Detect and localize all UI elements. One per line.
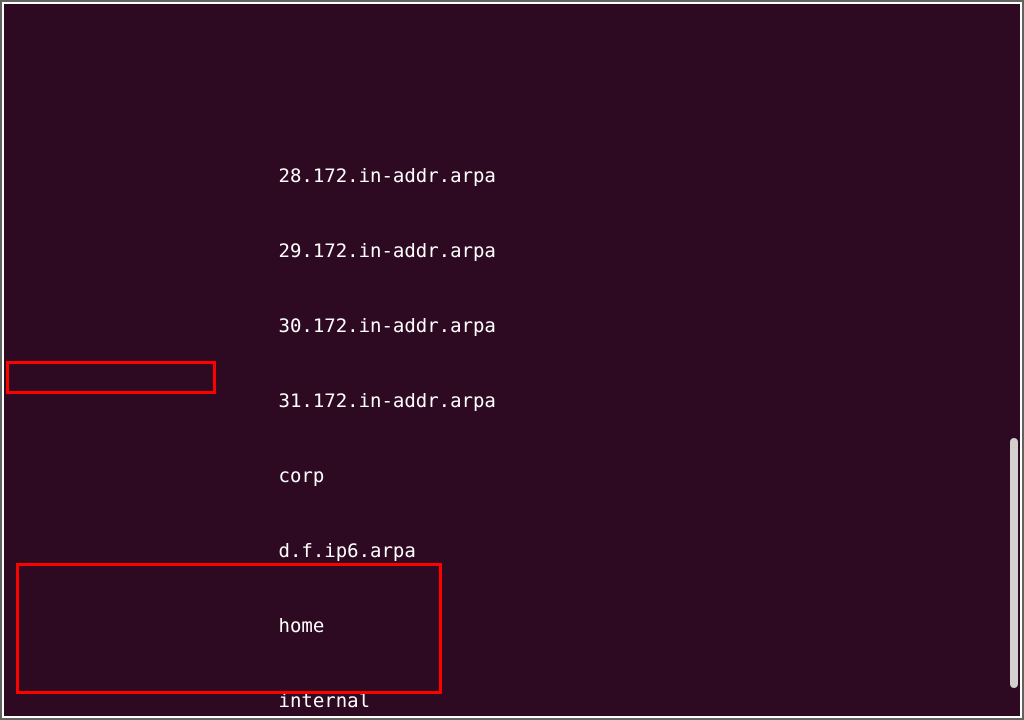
- scrollbar-track[interactable]: [1010, 8, 1018, 712]
- domain-entry: d.f.ip6.arpa: [4, 540, 416, 562]
- domain-entry: 31.172.in-addr.arpa: [4, 390, 496, 412]
- domain-entry: internal: [4, 690, 370, 712]
- terminal-output[interactable]: 27.172.in-addr.arpa 28.172.in-addr.arpa …: [4, 4, 1020, 716]
- domain-entry: 29.172.in-addr.arpa: [4, 240, 496, 262]
- domain-entry: corp: [4, 465, 324, 487]
- window-frame: 27.172.in-addr.arpa 28.172.in-addr.arpa …: [0, 0, 1024, 720]
- domain-entry: 30.172.in-addr.arpa: [4, 315, 496, 337]
- domain-entry: home: [4, 615, 324, 637]
- domain-entry: 28.172.in-addr.arpa: [4, 165, 496, 187]
- scrollbar-thumb[interactable]: [1010, 438, 1018, 688]
